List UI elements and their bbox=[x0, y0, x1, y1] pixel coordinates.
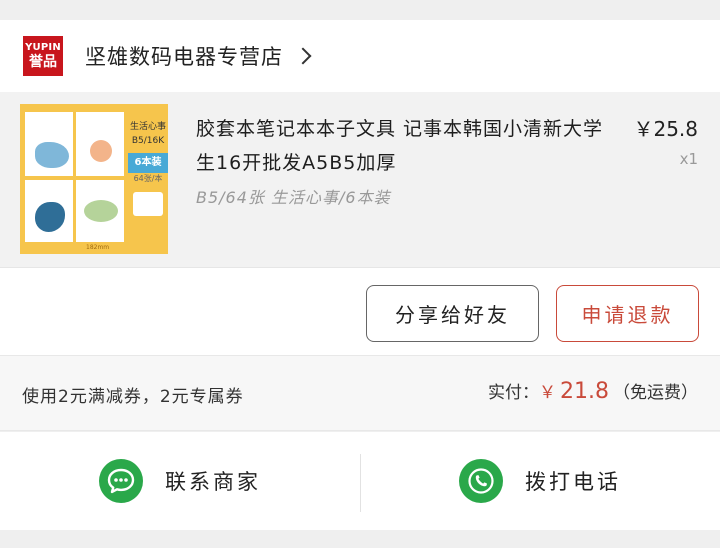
bottom-spacer bbox=[0, 530, 720, 548]
store-name[interactable]: 坚雄数码电器专营店 bbox=[85, 41, 283, 71]
coupon-text: 使用2元满减券，2元专属券 bbox=[22, 387, 244, 407]
logo-text-en: YUPIN bbox=[25, 42, 61, 53]
order-summary: 使用2元满减券，2元专属券 实付： ￥ 21.8 （免运费） bbox=[0, 355, 720, 431]
product-quantity: x1 bbox=[679, 150, 698, 168]
thumbnail-pack: 6本装 bbox=[128, 152, 168, 173]
shipping-note: （免运费） bbox=[613, 383, 698, 403]
contact-seller-button[interactable]: 联系商家 bbox=[0, 432, 360, 530]
notebook-cover-2 bbox=[76, 112, 124, 176]
paid-total: 实付： ￥ 21.8 （免运费） bbox=[488, 378, 698, 404]
product-variant: B5/64张 生活心事/6本装 bbox=[196, 188, 391, 207]
notebook-cover-4 bbox=[76, 180, 124, 242]
logo-text-cn: 誉品 bbox=[29, 54, 57, 70]
share-button[interactable]: 分享给好友 bbox=[366, 285, 539, 342]
store-header[interactable]: YUPIN 誉品 坚雄数码电器专营店 bbox=[0, 20, 720, 92]
call-phone-label: 拨打电话 bbox=[525, 470, 621, 494]
refund-button[interactable]: 申请退款 bbox=[556, 285, 699, 342]
order-actions: 分享给好友 申请退款 bbox=[0, 267, 720, 355]
order-detail-page: YUPIN 誉品 坚雄数码电器专营店 生活心事 B5/16K 6本装 64张/本… bbox=[0, 0, 720, 548]
notebook-cover-1 bbox=[25, 112, 73, 176]
paid-currency: ￥ bbox=[539, 383, 557, 403]
thumbnail-format: B5/16K bbox=[131, 136, 165, 147]
thumbnail-label: 生活心事 bbox=[129, 122, 166, 132]
product-price: ￥25.8 bbox=[633, 117, 698, 141]
thumbnail-tag: 生活心事 B5/16K 6本装 64张/本 bbox=[128, 120, 168, 216]
thumbnail-mini-notebook bbox=[133, 191, 163, 216]
call-phone-button[interactable]: 拨打电话 bbox=[360, 432, 720, 530]
chat-bubble-icon bbox=[99, 459, 143, 503]
paid-label: 实付： bbox=[488, 383, 540, 403]
phone-icon bbox=[459, 459, 503, 503]
contact-bar: 联系商家 拨打电话 bbox=[0, 432, 720, 530]
notebook-cover-3 bbox=[25, 180, 73, 242]
product-title[interactable]: 胶套本笔记本本子文具 记事本韩国小清新大学生16开批发A5B5加厚 bbox=[196, 112, 616, 180]
store-logo: YUPIN 誉品 bbox=[23, 36, 63, 76]
contact-seller-label: 联系商家 bbox=[165, 470, 261, 494]
thumbnail-size-note: 182mm bbox=[86, 244, 110, 251]
product-thumbnail[interactable]: 生活心事 B5/16K 6本装 64张/本 182mm bbox=[20, 104, 168, 254]
chevron-right-icon[interactable] bbox=[294, 47, 312, 65]
top-spacer bbox=[0, 0, 720, 20]
thumbnail-sheets: 64张/本 bbox=[133, 173, 163, 183]
paid-amount: 21.8 bbox=[560, 379, 609, 404]
